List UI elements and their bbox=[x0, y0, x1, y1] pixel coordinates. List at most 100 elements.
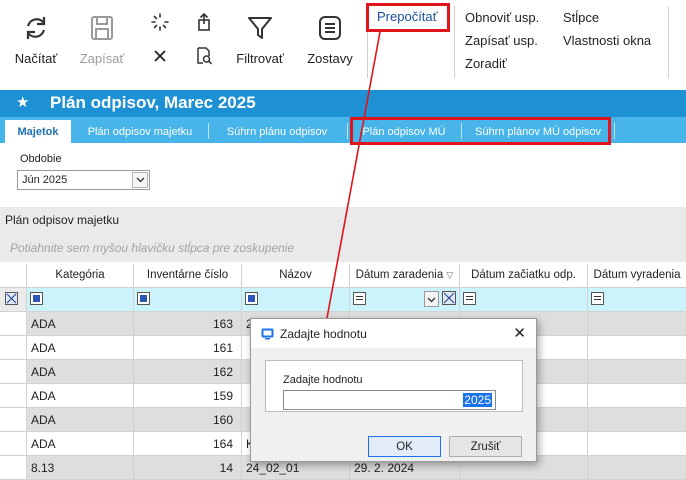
filter-clear-box bbox=[5, 292, 18, 306]
cell-kategoria: ADA bbox=[27, 336, 134, 360]
tab-suhrn-planu-odpisov[interactable]: Súhrn plánu odpisov bbox=[212, 120, 342, 143]
filter-operator-icon[interactable] bbox=[137, 292, 150, 306]
cell-kategoria: ADA bbox=[27, 312, 134, 336]
favorite-star-icon[interactable]: ★ bbox=[16, 93, 29, 111]
toolbar-divider bbox=[668, 6, 669, 78]
floppy-disk-icon bbox=[88, 14, 116, 45]
cell-datum-vyradenia bbox=[588, 336, 686, 360]
grid-filter-row bbox=[0, 288, 686, 312]
row-indicator-header bbox=[0, 264, 27, 288]
filter-label: Filtrovať bbox=[236, 51, 284, 66]
filter-cell-datum-vyradenia[interactable] bbox=[588, 288, 686, 312]
row-indicator[interactable] bbox=[0, 456, 27, 480]
chevron-down-icon[interactable] bbox=[132, 172, 148, 188]
save-settings-button[interactable]: Zapísať usp. bbox=[465, 33, 538, 48]
sort-descending-icon: ▽ bbox=[446, 270, 454, 280]
close-icon[interactable]: ✕ bbox=[513, 324, 526, 342]
page-title: Plán odpisov, Marec 2025 bbox=[50, 93, 256, 112]
cell-inventarne-cislo: 14 bbox=[134, 456, 242, 480]
toolbar-divider bbox=[454, 6, 455, 78]
funnel-icon bbox=[246, 14, 274, 45]
chevron-down-icon[interactable] bbox=[424, 291, 439, 307]
filter-button[interactable]: Filtrovať bbox=[232, 14, 288, 66]
dialog-title: Zadajte hodnotu bbox=[280, 327, 367, 341]
row-indicator[interactable] bbox=[0, 408, 27, 432]
refresh-icon bbox=[22, 14, 50, 45]
window-properties-button[interactable]: Vlastnosti okna bbox=[563, 33, 651, 48]
cell-datum-vyradenia bbox=[588, 408, 686, 432]
clear-date-filter-icon[interactable] bbox=[442, 291, 456, 305]
tab-plan-odpisov-majetku[interactable]: Plán odpisov majetku bbox=[76, 120, 204, 143]
column-header-inventarne-cislo[interactable]: Inventárne číslo bbox=[134, 264, 242, 288]
filter-equals-icon[interactable] bbox=[591, 292, 604, 306]
tab-divider bbox=[614, 123, 615, 139]
filter-cell-datum-zaradenia[interactable] bbox=[350, 288, 460, 312]
reports-label: Zostavy bbox=[307, 51, 353, 66]
cell-kategoria: ADA bbox=[27, 432, 134, 456]
tab-majetok[interactable]: Majetok bbox=[5, 120, 71, 143]
period-label: Obdobie bbox=[20, 153, 62, 165]
loading-spinner-icon[interactable] bbox=[148, 10, 172, 34]
highlight-recalculate bbox=[366, 3, 450, 32]
grid-header-row: Kategória Inventárne číslo Názov Dátum z… bbox=[0, 264, 686, 288]
filter-cell-kategoria[interactable] bbox=[27, 288, 134, 312]
cancel-x-icon[interactable] bbox=[148, 44, 172, 68]
filter-cell-datum-zaciatku-odp[interactable] bbox=[460, 288, 588, 312]
row-indicator[interactable] bbox=[0, 384, 27, 408]
filter-operator-icon[interactable] bbox=[30, 292, 43, 306]
window-title-bar: ★ Plán odpisov, Marec 2025 bbox=[0, 90, 686, 117]
group-by-drop-area[interactable]: Potiahnite sem myšou hlavičku stĺpca pre… bbox=[0, 234, 686, 262]
cell-inventarne-cislo: 163 bbox=[134, 312, 242, 336]
row-indicator[interactable] bbox=[0, 360, 27, 384]
value-input[interactable]: 2025 bbox=[283, 390, 496, 410]
cell-inventarne-cislo: 159 bbox=[134, 384, 242, 408]
cell-kategoria: 8.13 bbox=[27, 456, 134, 480]
cell-inventarne-cislo: 162 bbox=[134, 360, 242, 384]
filter-equals-icon[interactable] bbox=[463, 292, 476, 306]
cell-inventarne-cislo: 164 bbox=[134, 432, 242, 456]
report-list-icon bbox=[316, 14, 344, 45]
dialog-window-icon bbox=[261, 328, 274, 343]
enter-value-dialog: Zadajte hodnotu ✕ Zadajte hodnotu 2025 O… bbox=[250, 318, 537, 462]
reports-button[interactable]: Zostavy bbox=[302, 14, 358, 66]
tab-divider bbox=[347, 123, 348, 139]
document-search-icon[interactable] bbox=[192, 44, 216, 68]
column-header-nazov[interactable]: Názov bbox=[242, 264, 350, 288]
ok-button[interactable]: OK bbox=[368, 436, 441, 457]
cell-datum-vyradenia bbox=[588, 312, 686, 336]
cancel-button[interactable]: Zrušiť bbox=[449, 436, 522, 457]
restore-settings-button[interactable]: Obnoviť usp. bbox=[465, 10, 539, 25]
save-label: Zapísať bbox=[79, 51, 125, 66]
filter-equals-icon[interactable] bbox=[353, 292, 366, 306]
filter-operator-icon[interactable] bbox=[245, 292, 258, 306]
column-header-datum-zaradenia[interactable]: Dátum zaradenia ▽ bbox=[350, 264, 460, 288]
column-header-datum-vyradenia[interactable]: Dátum vyradenia bbox=[588, 264, 686, 288]
clear-filter-icon[interactable] bbox=[0, 288, 27, 312]
cell-kategoria: ADA bbox=[27, 384, 134, 408]
load-label: Načítať bbox=[14, 51, 58, 66]
sort-button[interactable]: Zoradiť bbox=[465, 56, 507, 71]
row-indicator[interactable] bbox=[0, 432, 27, 456]
tab-divider bbox=[208, 123, 209, 139]
value-input-text: 2025 bbox=[463, 393, 492, 407]
cell-datum-vyradenia bbox=[588, 456, 686, 480]
period-select[interactable]: Jún 2025 bbox=[17, 170, 150, 190]
row-indicator[interactable] bbox=[0, 336, 27, 360]
period-value: Jún 2025 bbox=[22, 174, 68, 186]
dialog-title-bar: Zadajte hodnotu ✕ bbox=[251, 319, 536, 348]
section-title: Plán odpisov majetku bbox=[0, 207, 686, 234]
column-header-datum-zaradenia-label: Dátum zaradenia bbox=[355, 269, 444, 281]
column-header-datum-zaciatku-odp[interactable]: Dátum začiatku odp. bbox=[460, 264, 588, 288]
cell-datum-vyradenia bbox=[588, 384, 686, 408]
filter-cell-inventarne-cislo[interactable] bbox=[134, 288, 242, 312]
row-indicator[interactable] bbox=[0, 312, 27, 336]
save-button[interactable]: Zapísať bbox=[76, 14, 128, 66]
column-header-kategoria[interactable]: Kategória bbox=[27, 264, 134, 288]
columns-button[interactable]: Stĺpce bbox=[563, 10, 599, 25]
cell-kategoria: ADA bbox=[27, 360, 134, 384]
cell-datum-vyradenia bbox=[588, 432, 686, 456]
cell-datum-vyradenia bbox=[588, 360, 686, 384]
load-button[interactable]: Načítať bbox=[12, 14, 60, 66]
export-icon[interactable] bbox=[192, 10, 216, 34]
filter-cell-nazov[interactable] bbox=[242, 288, 350, 312]
